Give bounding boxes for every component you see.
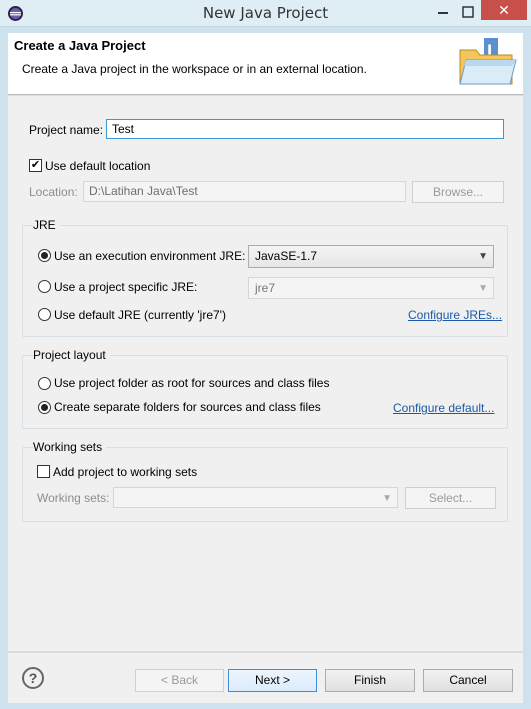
execution-env-value: JavaSE-1.7 (255, 249, 318, 263)
cancel-button[interactable]: Cancel (423, 669, 513, 692)
jre-default-radio[interactable] (38, 308, 51, 321)
close-button[interactable]: ✕ (481, 0, 527, 20)
use-default-location-label[interactable]: Use default location (45, 159, 150, 173)
working-sets-label: Working sets: (37, 491, 110, 505)
add-to-working-sets-label[interactable]: Add project to working sets (53, 465, 197, 479)
project-jre-value: jre7 (255, 281, 276, 295)
project-jre-select[interactable]: jre7 ▼ (248, 277, 494, 299)
working-sets-group (22, 447, 508, 522)
minimize-button[interactable] (430, 3, 456, 23)
browse-button[interactable]: Browse... (412, 181, 504, 203)
project-name-input[interactable]: Test (106, 119, 504, 139)
chevron-down-icon: ▼ (478, 251, 488, 262)
layout-separate-folders-label[interactable]: Create separate folders for sources and … (54, 400, 321, 414)
project-layout-group (22, 355, 508, 429)
header-description: Create a Java project in the workspace o… (22, 62, 367, 76)
layout-root-folder-label[interactable]: Use project folder as root for sources a… (54, 376, 329, 390)
jre-group-label: JRE (33, 218, 60, 232)
working-sets-select[interactable]: ▼ (113, 487, 398, 508)
close-icon: ✕ (498, 2, 510, 18)
chevron-down-icon: ▼ (382, 493, 392, 504)
jre-execution-env-label[interactable]: Use an execution environment JRE: (54, 249, 245, 263)
maximize-button[interactable] (457, 3, 479, 23)
add-to-working-sets-checkbox[interactable] (37, 465, 50, 478)
working-sets-group-label: Working sets (33, 440, 107, 454)
location-input[interactable]: D:\Latihan Java\Test (83, 181, 406, 202)
minimize-icon (438, 12, 448, 14)
use-default-location-checkbox[interactable]: ✔ (29, 159, 42, 172)
execution-env-select[interactable]: JavaSE-1.7 ▼ (248, 245, 494, 268)
maximize-icon (462, 6, 474, 18)
help-icon[interactable]: ? (22, 667, 44, 689)
layout-root-folder-radio[interactable] (38, 377, 51, 390)
project-layout-group-label: Project layout (33, 348, 110, 362)
chevron-down-icon: ▼ (478, 283, 488, 294)
jre-default-label[interactable]: Use default JRE (currently 'jre7') (54, 308, 226, 322)
project-name-label: Project name: (29, 123, 104, 137)
select-working-sets-button[interactable]: Select... (405, 487, 496, 509)
next-button[interactable]: Next > (228, 669, 317, 692)
back-button[interactable]: < Back (135, 669, 224, 692)
jre-execution-env-radio[interactable] (38, 249, 51, 262)
configure-jres-link[interactable]: Configure JREs... (408, 308, 502, 322)
finish-button[interactable]: Finish (325, 669, 415, 692)
configure-default-link[interactable]: Configure default... (393, 401, 494, 415)
jre-project-specific-radio[interactable] (38, 280, 51, 293)
layout-separate-folders-radio[interactable] (38, 401, 51, 414)
jre-project-specific-label[interactable]: Use a project specific JRE: (54, 280, 197, 294)
check-icon: ✔ (30, 159, 41, 171)
header-title: Create a Java Project (14, 38, 146, 53)
java-project-folder-icon: J (459, 38, 517, 85)
location-label: Location: (29, 185, 78, 199)
